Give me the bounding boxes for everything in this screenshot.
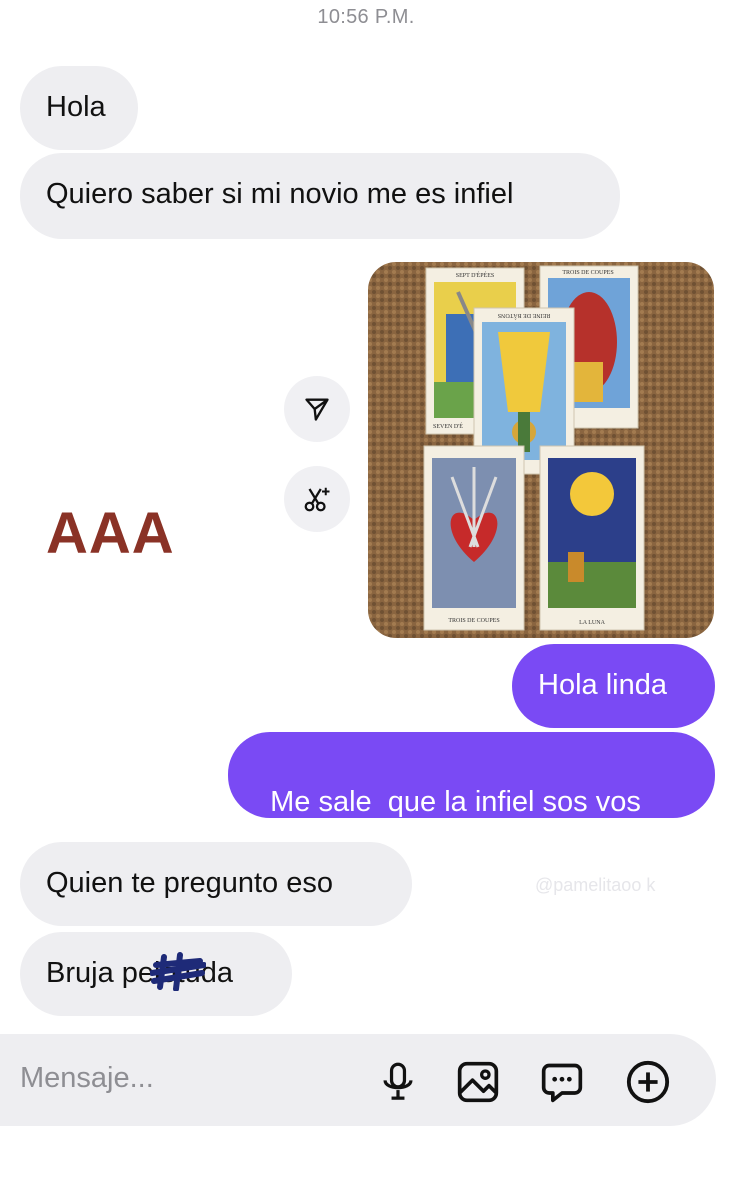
plus-circle-icon	[626, 1060, 670, 1104]
card-label: SEVEN D'É	[433, 422, 463, 430]
message-text: Me sale que la infiel sos vos	[270, 786, 641, 818]
microphone-button[interactable]	[374, 1058, 422, 1106]
card-label: REINE DE BÂTONS	[498, 312, 551, 320]
scissors-icon	[304, 487, 330, 512]
more-button[interactable]	[624, 1058, 672, 1106]
card-label: TROIS DE COUPES	[448, 618, 499, 624]
scribble-censor-mark	[150, 952, 207, 991]
tarot-card: LA LUNA	[539, 445, 645, 631]
watermark: @pamelitaoo k	[535, 875, 656, 895]
message-incoming[interactable]: Bruja pelot uda	[20, 932, 292, 1016]
message-incoming[interactable]: Quien te pregunto eso	[20, 842, 412, 926]
card-label: SEPT D'ÉPÉES	[456, 271, 494, 279]
tarot-cards-image: SEPT D'ÉPÉES SEVEN D'É TROIS DE COUPES R…	[368, 262, 714, 638]
sticker-button[interactable]	[538, 1058, 586, 1106]
message-text: Bruja pe	[46, 957, 155, 989]
message-text: Hola linda	[538, 669, 667, 701]
message-outgoing[interactable]: Hola linda	[512, 644, 715, 728]
message-composer: Mensaje...	[0, 1034, 716, 1126]
gallery-button[interactable]	[454, 1058, 502, 1106]
message-incoming[interactable]: Hola	[20, 66, 138, 150]
microphone-icon	[383, 1062, 413, 1100]
message-incoming[interactable]: Quiero saber si mi novio me es infiel	[20, 153, 620, 239]
message-input[interactable]: Mensaje...	[20, 1062, 154, 1095]
card-label: TROIS DE COUPES	[562, 270, 613, 276]
share-button[interactable]	[284, 376, 350, 442]
cutout-button[interactable]	[284, 466, 350, 532]
timestamp: 10:56 P.M.	[317, 6, 415, 28]
chat-bubble-icon	[541, 1063, 583, 1103]
share-icon	[305, 398, 329, 421]
overlay-text: AAA	[46, 501, 175, 566]
censored-word: lot	[150, 952, 207, 991]
message-outgoing[interactable]: Me sale que la infiel sos vos	[228, 732, 715, 818]
card-label: LA LUNA	[579, 620, 605, 626]
message-text: Hola	[46, 91, 106, 123]
message-text: Quien te pregunto eso	[46, 867, 333, 899]
image-icon	[457, 1061, 499, 1103]
shared-photo[interactable]: SEPT D'ÉPÉES SEVEN D'É TROIS DE COUPES R…	[368, 262, 714, 638]
tarot-card: TROIS DE COUPES	[423, 445, 525, 631]
message-text: Quiero saber si mi novio me es infiel	[46, 178, 514, 210]
